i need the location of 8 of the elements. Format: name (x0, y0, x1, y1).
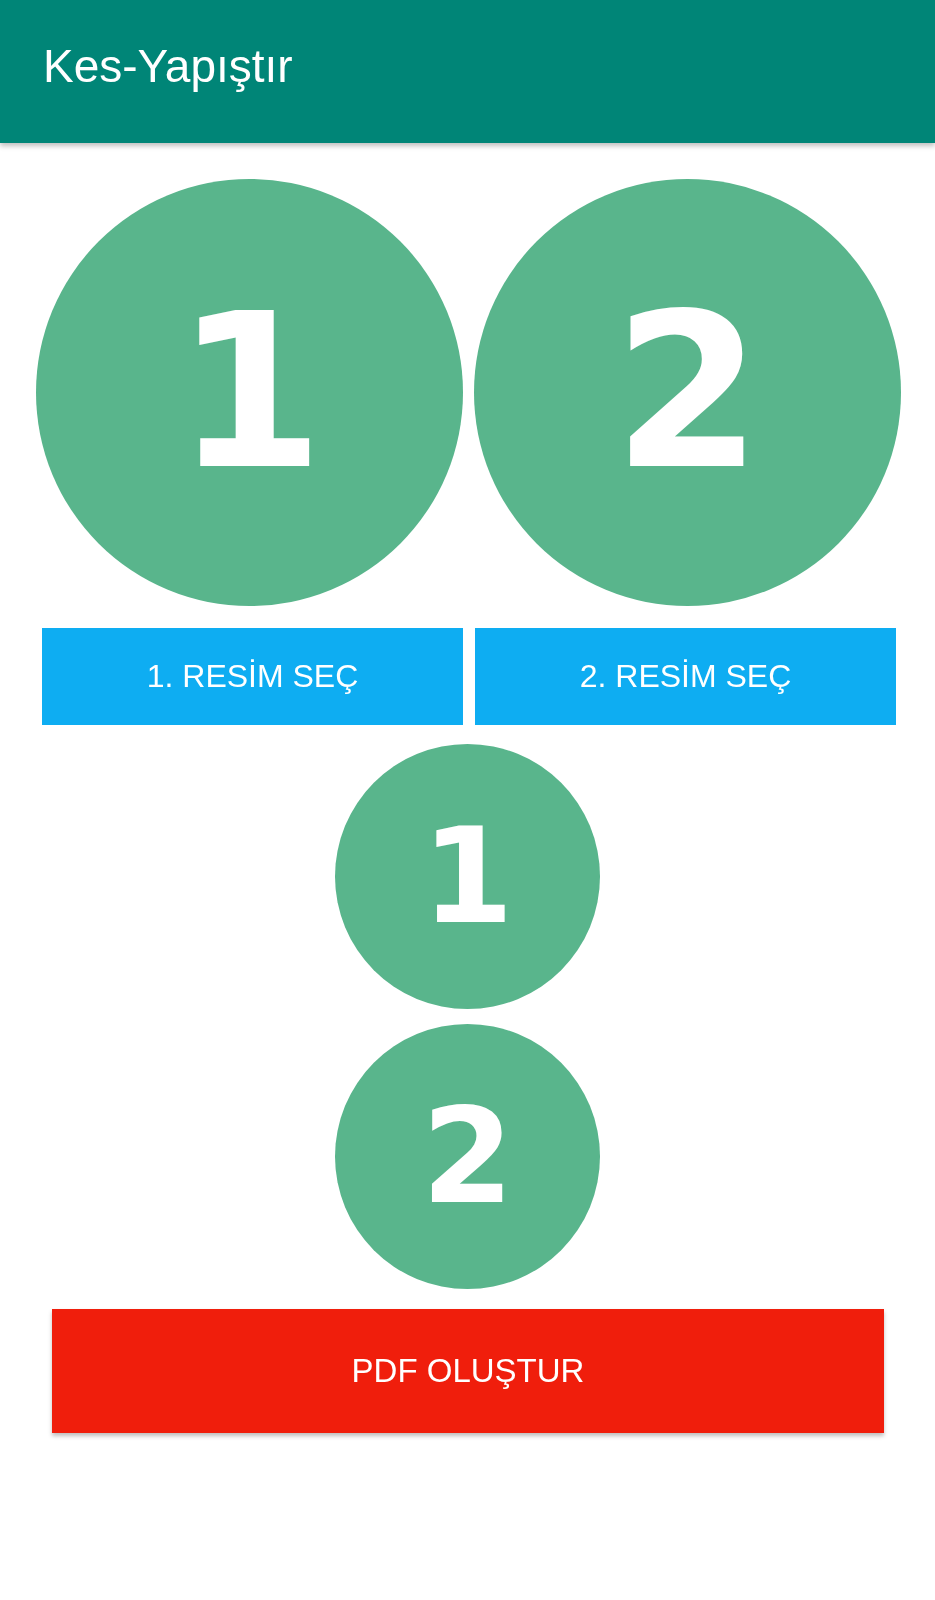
image-slot: 1 (36, 179, 463, 606)
pick-image-button[interactable]: 2. RESİM SEÇ (475, 628, 896, 725)
app-title: Kes-Yapıştır (43, 38, 293, 93)
pick-image-button[interactable]: 1. RESİM SEÇ (42, 628, 463, 725)
image-slot: 2 (474, 179, 901, 606)
create-pdf-button[interactable]: PDF OLUŞTUR (52, 1309, 884, 1433)
preview-image: 2 (335, 1024, 600, 1289)
preview-image: 1 (335, 744, 600, 1009)
